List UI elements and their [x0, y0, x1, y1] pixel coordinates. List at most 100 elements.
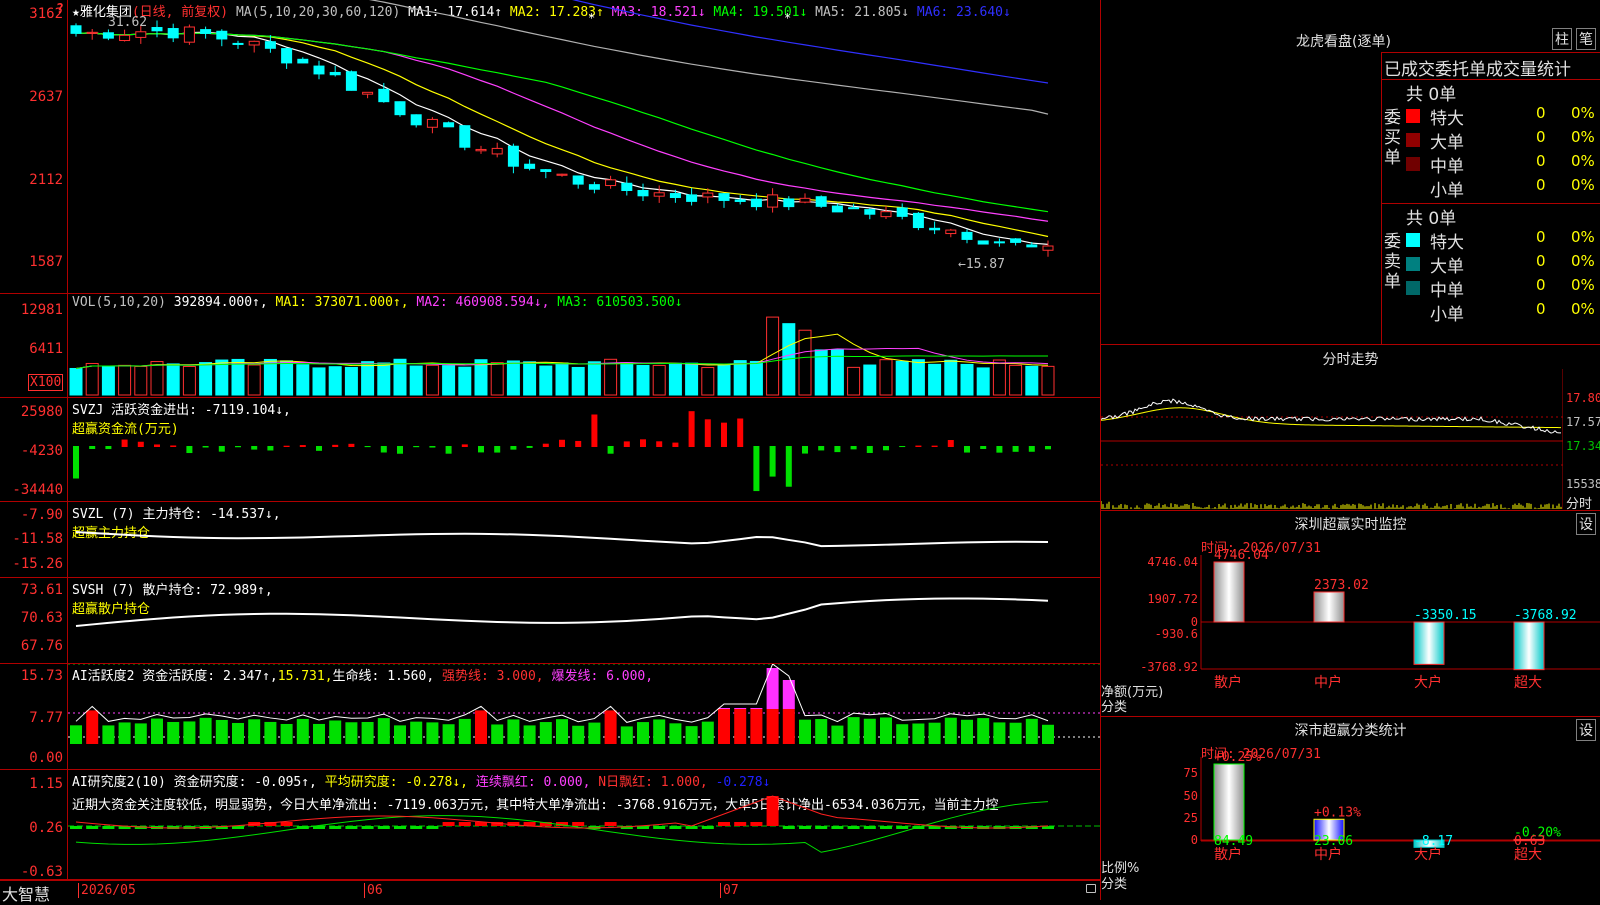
research-bar	[831, 826, 844, 829]
candle-body	[799, 197, 811, 203]
y-label: 2112	[29, 172, 63, 188]
svzl-panel[interactable]: -7.90 -11.58 -15.26 SVZL (7) 主力持仓: -14.5…	[0, 502, 1100, 578]
category-name: 散户	[1214, 674, 1242, 691]
ai-research-panel[interactable]: 1.15 0.26 -0.63 AI研究度2(10) 资金研究度: -0.095…	[0, 770, 1100, 880]
fund-flow-chart[interactable]	[68, 398, 1100, 501]
flow-bar	[834, 446, 841, 453]
activity-bar	[394, 725, 406, 744]
volume-bar	[458, 366, 472, 396]
research-bar	[750, 822, 763, 826]
volume-bar	[101, 365, 115, 396]
activity-bar	[410, 721, 423, 744]
ai-activity-panel[interactable]: 15.73 7.77 0.00 AI活跃度2 资金活跃度: 2.347↑,15.…	[0, 664, 1100, 770]
activity-bar	[734, 709, 747, 744]
retail-holding-chart[interactable]	[68, 578, 1100, 663]
volume-bar	[182, 365, 196, 396]
candle-body	[410, 114, 422, 126]
flow-bar	[607, 446, 614, 454]
candle-body	[556, 173, 568, 176]
bar-mode-button[interactable]: 柱	[1552, 28, 1572, 50]
activity-bar	[264, 721, 277, 744]
volume-bar	[393, 358, 407, 396]
vol-panel[interactable]: 12981 6411 X100 VOL(5,10,20) 392894.000↑…	[0, 294, 1100, 398]
tick-mode-button[interactable]: 笔	[1576, 28, 1596, 50]
sz-monitor-panel[interactable]: 深圳超赢实时监控 设 时间: 2026/07/31 净额(万元) 分类 4746…	[1101, 510, 1600, 717]
volume-bar	[134, 365, 148, 396]
candle-body	[653, 192, 665, 197]
activity-bar	[523, 725, 536, 744]
y-label: -0.63	[20, 864, 63, 880]
candlestick-chart[interactable]: * *	[68, 0, 1100, 293]
volume-bar	[425, 364, 439, 396]
monitor-bar-chart[interactable]: 4746.041907.720-930.6-3768.924746.04散户23…	[1101, 511, 1600, 717]
intraday-volume-label: 15538	[1566, 477, 1600, 491]
row-value: 0	[1536, 228, 1546, 246]
kline-panel[interactable]: 3162 2637 2112 1587 ? ★雅化集团(日线, 前复权) MA(…	[0, 0, 1100, 294]
volume-bar	[150, 361, 164, 396]
activity-bar	[637, 722, 649, 744]
candle-body	[200, 29, 212, 34]
row-name: 中单	[1430, 281, 1464, 301]
vol-unit: X100	[28, 374, 64, 391]
research-bar	[572, 822, 585, 826]
volume-chart[interactable]	[68, 294, 1100, 397]
buy-row: 中单 0 0%	[1406, 152, 1600, 177]
buy-row: 大单 0 0%	[1406, 128, 1600, 153]
flow-bar	[818, 446, 825, 451]
activity-top	[734, 708, 747, 709]
activity-bar	[313, 723, 325, 744]
volume-bar	[166, 363, 180, 396]
category-name: 超大	[1514, 675, 1542, 691]
svsh-panel[interactable]: 73.61 70.63 67.76 SVSH (7) 散户持仓: 72.989↑…	[0, 578, 1100, 664]
row-value: 0	[1536, 252, 1546, 270]
flow-bar	[494, 446, 501, 453]
flow-bar	[413, 446, 420, 448]
retail-holding-line	[75, 597, 1049, 627]
intraday-chart[interactable]	[1101, 369, 1563, 509]
flow-bar	[429, 446, 436, 448]
candle-body	[880, 211, 892, 218]
row-value: 0	[1536, 128, 1546, 146]
candle-body	[248, 40, 260, 46]
vol-y-axis: 12981 6411 X100	[0, 294, 68, 397]
activity-bar	[847, 717, 860, 744]
flow-bar	[850, 446, 857, 450]
flow-bar	[964, 446, 970, 453]
activity-chart[interactable]	[68, 664, 1100, 769]
main-holding-line	[75, 531, 1049, 548]
category-bar-chart[interactable]: 7550250+0.25%散户84.49+0.13%中户23.06大户-8.17…	[1101, 717, 1600, 901]
activity-bar	[782, 709, 795, 744]
candle-body	[135, 31, 147, 38]
y-label: -34440	[12, 482, 63, 498]
y-label: 25	[1184, 811, 1198, 825]
sz-category-panel[interactable]: 深市超赢分类统计 设 时间: 2026/07/31 比例% 分类 75 50 25 0…	[1101, 716, 1600, 901]
longhu-box: 已成交委托单成交量统计 委买单 共 0单 特大 0 0% 大单 0 0% 中单 0 0% 小单 0 0…	[1381, 52, 1600, 345]
volume-bar	[587, 361, 601, 396]
bar-value-label: +0.25%	[1214, 750, 1261, 765]
candle-body	[459, 125, 471, 148]
flow-bar	[704, 419, 711, 447]
date-label: 06	[364, 883, 383, 898]
activity-bar	[831, 725, 844, 744]
intraday-price-label: 17.34	[1566, 439, 1600, 453]
volume-bar	[490, 362, 504, 396]
candle-body	[394, 101, 406, 116]
svzj-panel[interactable]: 25980 -4230 -34440 SVZJ 活跃资金进出: -7119.10…	[0, 398, 1100, 502]
research-chart[interactable]	[68, 770, 1100, 879]
question-icon[interactable]: ?	[56, 2, 64, 17]
bar-value-label: +0.13%	[1314, 805, 1361, 820]
row-value: 0	[1536, 152, 1546, 170]
lock-icon[interactable]	[1086, 884, 1096, 893]
sell-rows: 特大 0 0% 大单 0 0% 中单 0 0% 小单 0 0%	[1406, 228, 1600, 325]
main-holding-chart[interactable]	[68, 502, 1100, 577]
brand-logo: 大智慧	[2, 885, 51, 904]
row-percent: 0%	[1571, 104, 1595, 122]
buy-rows: 特大 0 0% 大单 0 0% 中单 0 0% 小单 0 0%	[1406, 104, 1600, 201]
intraday-panel[interactable]: 分时走势 17.80 17.57 17.34 15538 分时	[1101, 344, 1600, 512]
y-label: 1587	[29, 254, 63, 270]
candle-body	[540, 169, 552, 172]
volume-bar	[523, 361, 537, 396]
candle-body	[912, 212, 924, 229]
flow-bar	[105, 446, 112, 450]
candle-body	[750, 198, 762, 208]
